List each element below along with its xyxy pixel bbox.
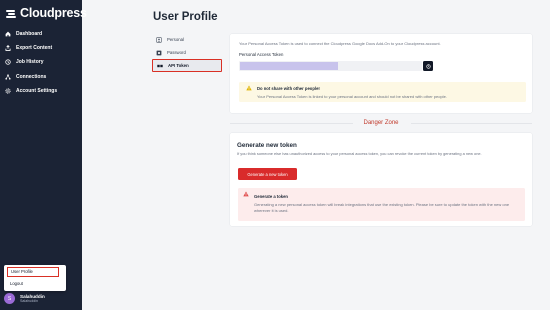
sidebar-item-label: Connections xyxy=(16,73,47,80)
sidebar-item-dashboard[interactable]: Dashboard xyxy=(5,27,81,41)
sidebar: Cloudpress Dashboard Export Content Job … xyxy=(0,0,87,310)
sidebar-item-label: Dashboard xyxy=(16,31,43,38)
user-account-toggle[interactable]: S Salahuddin Salahuddin xyxy=(4,293,45,304)
profile-subnav: Personal Password API Token xyxy=(152,33,222,72)
user-profile-menu-item[interactable]: User Profile xyxy=(7,267,59,277)
tab-api-token[interactable]: API Token xyxy=(152,59,222,72)
logo-icon xyxy=(6,8,18,18)
tab-label: Personal xyxy=(167,37,184,42)
generate-token-title: Generate new token xyxy=(237,142,297,149)
user-icon xyxy=(156,36,162,43)
copy-token-button[interactable] xyxy=(423,61,433,71)
tab-label: Password xyxy=(167,50,186,55)
sidebar-item-label: Account Settings xyxy=(16,87,58,94)
sidebar-item-label: Job History xyxy=(16,59,44,66)
sidebar-item-connections[interactable]: Connections xyxy=(5,70,81,84)
avatar: S xyxy=(4,293,15,304)
divider xyxy=(411,123,532,124)
user-menu-popup: User Profile Logout xyxy=(4,265,66,291)
lock-icon xyxy=(156,50,162,56)
alert-icon xyxy=(243,191,249,197)
copy-icon xyxy=(425,63,431,69)
token-intro-text: Your Personal Access Token is used to co… xyxy=(239,41,441,46)
sidebar-item-job-history[interactable]: Job History xyxy=(5,55,81,69)
generate-token-button[interactable]: Generate a new token xyxy=(238,168,297,180)
generate-token-card: Generate new token If you think someone … xyxy=(230,133,532,226)
generate-token-description: If you think someone else has unauthoriz… xyxy=(237,151,482,156)
home-icon xyxy=(5,31,11,37)
sidebar-nav: Dashboard Export Content Job History Con… xyxy=(5,27,81,98)
page-title: User Profile xyxy=(153,11,218,23)
user-handle: Salahuddin xyxy=(20,299,38,303)
generate-token-alert: Generate a token Generating a new person… xyxy=(238,188,525,221)
history-icon xyxy=(5,59,11,66)
token-input[interactable] xyxy=(239,61,422,71)
logout-menu-item[interactable]: Logout xyxy=(10,280,23,288)
sidebar-item-export-content[interactable]: Export Content xyxy=(5,41,81,55)
warning-icon xyxy=(246,85,252,91)
token-field-label: Personal Access Token xyxy=(239,52,284,57)
warning-body: Your Personal Access Token is linked to … xyxy=(257,94,447,99)
tab-label: API Token xyxy=(168,63,189,68)
warning-title: Do not share with other people! xyxy=(257,86,320,91)
key-icon xyxy=(157,63,163,69)
sidebar-item-account-settings[interactable]: Account Settings xyxy=(5,84,81,98)
api-token-card: Your Personal Access Token is used to co… xyxy=(230,34,532,113)
tab-personal[interactable]: Personal xyxy=(152,33,222,46)
token-value-masked xyxy=(240,62,338,70)
alert-body: Generating a new personal access token w… xyxy=(254,202,510,213)
sidebar-item-label: Export Content xyxy=(16,45,53,52)
connections-icon xyxy=(5,74,11,80)
export-icon xyxy=(5,45,11,52)
brand-name: Cloudpress xyxy=(20,6,87,20)
gear-icon xyxy=(5,88,11,94)
alert-title: Generate a token xyxy=(254,194,288,199)
brand-logo[interactable]: Cloudpress xyxy=(6,6,87,20)
tab-password[interactable]: Password xyxy=(152,46,222,59)
share-warning: Do not share with other people! Your Per… xyxy=(239,82,526,102)
